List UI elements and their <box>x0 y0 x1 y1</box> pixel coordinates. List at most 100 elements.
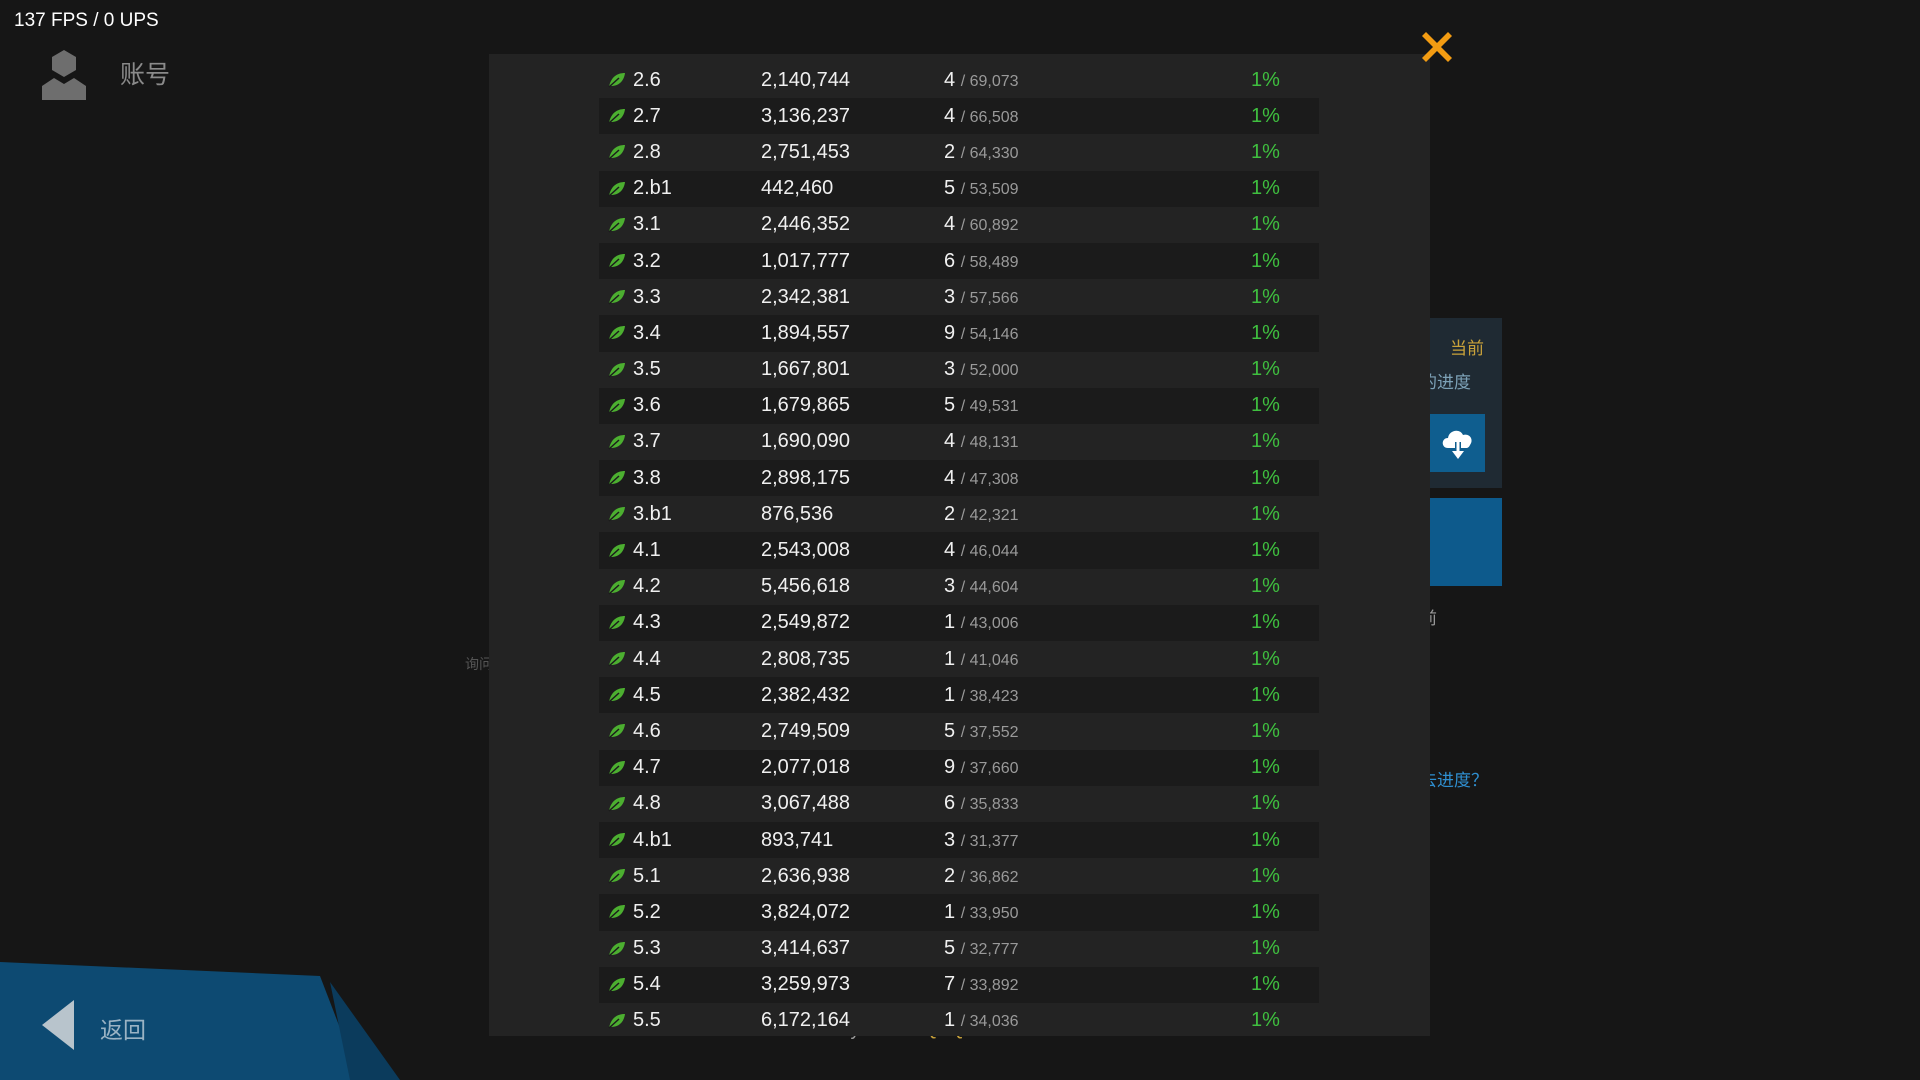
rank-value: 4 / 46,044 <box>944 539 1019 562</box>
score-value: 6,172,164 <box>761 1009 850 1032</box>
table-row[interactable]: 3.8 2,898,175 4 / 47,308 1% <box>599 460 1319 497</box>
table-row[interactable]: 2.6 2,140,744 4 / 69,073 1% <box>599 62 1319 98</box>
level-name: 3.b1 <box>633 502 672 525</box>
score-value: 5,456,618 <box>761 575 850 598</box>
rank-position: 3 <box>944 828 956 851</box>
rank-value: 2 / 36,862 <box>944 865 1019 888</box>
level-name: 4.2 <box>633 575 661 598</box>
percentile-value: 1% <box>1251 466 1280 489</box>
table-row[interactable]: 4.2 5,456,618 3 / 44,604 1% <box>599 569 1319 605</box>
table-row[interactable]: 5.1 2,636,938 2 / 36,862 1% <box>599 858 1319 894</box>
rank-value: 9 / 37,660 <box>944 756 1019 779</box>
table-row[interactable]: 2.b1 442,460 5 / 53,509 1% <box>599 170 1319 207</box>
rank-value: 1 / 33,950 <box>944 901 1019 924</box>
table-row[interactable]: 4.1 2,543,008 4 / 46,044 1% <box>599 532 1319 569</box>
table-row[interactable]: 4.4 2,808,735 1 / 41,046 1% <box>599 641 1319 677</box>
table-row[interactable]: 5.5 6,172,164 1 / 34,036 1% <box>599 1003 1319 1036</box>
level-name: 2.8 <box>633 140 661 163</box>
leaf-icon <box>608 362 625 378</box>
game-screen: 137 FPS / 0 UPS 账号 当前 的进度 前 去进度？ 询问 返回 P… <box>0 0 1920 1080</box>
level-name: 4.8 <box>633 792 661 815</box>
percentile-value: 1% <box>1251 285 1280 308</box>
rank-total: / 34,036 <box>960 1013 1019 1031</box>
table-row[interactable]: 4.6 2,749,509 5 / 37,552 1% <box>599 713 1319 749</box>
rank-position: 6 <box>944 792 956 815</box>
rank-value: 3 / 52,000 <box>944 358 1019 381</box>
table-row[interactable]: 3.6 1,679,865 5 / 49,531 1% <box>599 387 1319 424</box>
level-name: 5.5 <box>633 1009 661 1032</box>
percentile-value: 1% <box>1251 756 1280 779</box>
rank-total: / 33,950 <box>960 904 1019 922</box>
table-row[interactable]: 4.7 2,077,018 9 / 37,660 1% <box>599 749 1319 786</box>
rank-total: / 48,131 <box>960 434 1019 452</box>
rank-total: / 33,892 <box>960 977 1019 995</box>
score-value: 3,414,637 <box>761 937 850 960</box>
level-name: 3.4 <box>633 321 661 344</box>
table-row[interactable]: 2.7 3,136,237 4 / 66,508 1% <box>599 98 1319 135</box>
leaf-icon <box>608 290 625 305</box>
rank-value: 1 / 34,036 <box>944 1009 1019 1032</box>
close-icon[interactable] <box>1416 26 1458 68</box>
table-row[interactable]: 4.b1 893,741 3 / 31,377 1% <box>599 821 1319 859</box>
rank-total: / 54,146 <box>960 325 1019 343</box>
rank-value: 4 / 48,131 <box>944 430 1019 453</box>
lost-progress-link[interactable]: 去进度？ <box>1420 766 1488 791</box>
rank-value: 1 / 41,046 <box>944 648 1019 671</box>
table-row[interactable]: 3.2 1,017,777 6 / 58,489 1% <box>599 242 1319 280</box>
upload-button[interactable] <box>1420 498 1502 586</box>
level-name: 5.3 <box>633 937 661 960</box>
table-row[interactable]: 3.5 1,667,801 3 / 52,000 1% <box>599 352 1319 388</box>
table-row[interactable]: 3.3 2,342,381 3 / 57,566 1% <box>599 279 1319 315</box>
rank-value: 4 / 69,073 <box>944 69 1019 92</box>
rank-position: 6 <box>944 249 956 272</box>
rank-total: / 44,604 <box>960 579 1019 597</box>
account-button[interactable]: 账号 <box>38 46 170 100</box>
rank-total: / 66,508 <box>960 108 1019 126</box>
leaf-icon <box>608 760 625 776</box>
percentile-value: 1% <box>1251 973 1280 996</box>
leaf-icon <box>608 905 625 920</box>
level-name: 4.6 <box>633 719 661 742</box>
rank-total: / 42,321 <box>960 506 1019 524</box>
rank-position: 3 <box>944 285 956 308</box>
level-name: 2.6 <box>633 68 661 91</box>
rank-position: 1 <box>944 611 956 634</box>
table-row[interactable]: 3.1 2,446,352 4 / 60,892 1% <box>599 207 1319 243</box>
table-row[interactable]: 4.3 2,549,872 1 / 43,006 1% <box>599 604 1319 641</box>
level-name: 4.3 <box>633 611 661 634</box>
level-name: 3.6 <box>633 394 661 417</box>
score-value: 3,824,072 <box>761 900 850 923</box>
table-row[interactable]: 3.7 1,690,090 4 / 48,131 1% <box>599 424 1319 460</box>
level-name: 4.5 <box>633 683 661 706</box>
percentile-value: 1% <box>1251 140 1280 163</box>
cloud-download-icon <box>1442 430 1472 459</box>
percentile-value: 1% <box>1251 177 1280 200</box>
leaf-icon <box>608 941 625 957</box>
percentile-value: 1% <box>1251 1009 1280 1032</box>
table-row[interactable]: 5.2 3,824,072 1 / 33,950 1% <box>599 894 1319 931</box>
rank-value: 5 / 37,552 <box>944 720 1019 743</box>
back-button[interactable]: 返回 <box>100 1011 146 1045</box>
rank-total: / 46,044 <box>960 543 1019 561</box>
rank-position: 9 <box>944 321 956 344</box>
percentile-value: 1% <box>1251 213 1280 236</box>
table-row[interactable]: 4.8 3,067,488 6 / 35,833 1% <box>599 786 1319 822</box>
table-row[interactable]: 4.5 2,382,432 1 / 38,423 1% <box>599 677 1319 714</box>
rank-position: 4 <box>944 466 956 489</box>
back-arrow-icon[interactable] <box>40 998 76 1052</box>
level-name: 3.5 <box>633 358 661 381</box>
rank-value: 1 / 38,423 <box>944 684 1019 707</box>
level-name: 3.2 <box>633 249 661 272</box>
level-name: 2.b1 <box>633 177 672 200</box>
table-row[interactable]: 2.8 2,751,453 2 / 64,330 1% <box>599 134 1319 170</box>
score-value: 2,140,744 <box>761 68 850 91</box>
table-row[interactable]: 5.3 3,414,637 5 / 32,777 1% <box>599 931 1319 967</box>
percentile-value: 1% <box>1251 864 1280 887</box>
table-row[interactable]: 3.4 1,894,557 9 / 54,146 1% <box>599 315 1319 352</box>
table-row[interactable]: 3.b1 876,536 2 / 42,321 1% <box>599 496 1319 532</box>
table-row[interactable]: 5.4 3,259,973 7 / 33,892 1% <box>599 966 1319 1003</box>
scores-table[interactable]: 2.6 2,140,744 4 / 69,073 1% 2.7 3,136,237 4 / … <box>599 62 1319 1036</box>
cloud-download-button[interactable] <box>1430 414 1485 472</box>
leaf-icon <box>608 434 625 450</box>
leaf-icon <box>608 109 625 124</box>
